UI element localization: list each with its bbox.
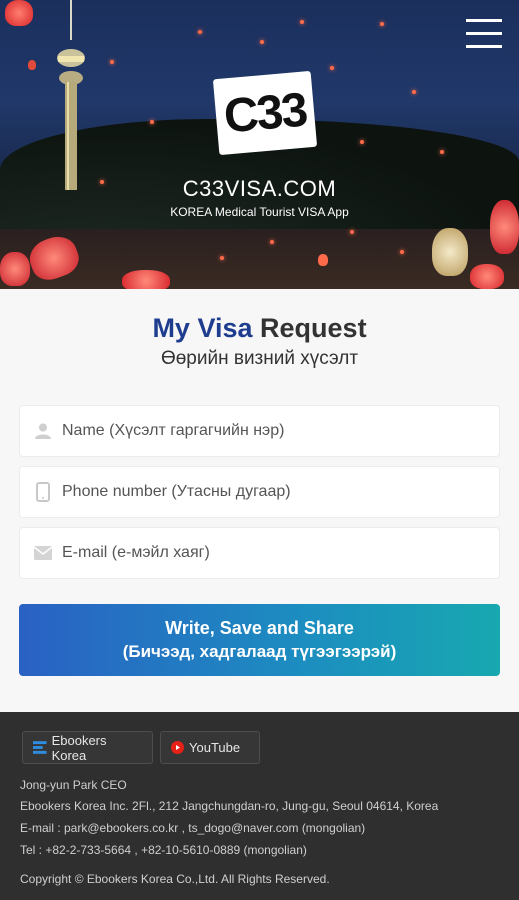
title-highlight: My Visa: [152, 313, 253, 343]
button-label-en: Write, Save and Share: [165, 618, 354, 638]
site-title: C33VISA.COM: [182, 176, 337, 201]
hero-banner: C33 C33VISA.COM KOREA Medical Tourist VI…: [0, 0, 519, 289]
user-icon: [32, 420, 54, 442]
lantern-decoration: [28, 60, 36, 70]
lantern-decoration: [470, 264, 504, 289]
ceo-info: Jong-yun Park CEO: [20, 778, 127, 792]
page-title: My Visa Request: [0, 313, 519, 344]
footer: Ebookers Korea YouTube Jong-yun Park CEO…: [0, 712, 519, 900]
email-info: E-mail : park@ebookers.co.kr , ts_dogo@n…: [20, 821, 366, 835]
envelope-icon: [32, 542, 54, 564]
lantern-decoration: [432, 228, 468, 276]
site-subtitle: KOREA Medical Tourist VISA App: [170, 205, 349, 219]
logo-text: C33: [221, 83, 309, 143]
lantern-decoration: [0, 252, 30, 286]
lantern-decoration: [318, 254, 328, 266]
light-dot: [270, 240, 274, 244]
c33-logo[interactable]: C33: [212, 70, 318, 156]
visa-request-form: My Visa Request Өөрийн визний хүсэлт Wri…: [0, 289, 519, 712]
light-dot: [360, 140, 364, 144]
name-input[interactable]: [62, 422, 482, 440]
light-dot: [330, 66, 334, 70]
tower-illustration: [57, 0, 85, 190]
copyright: Copyright © Ebookers Korea Co.,Ltd. All …: [20, 872, 330, 886]
light-dot: [380, 22, 384, 26]
light-dot: [198, 30, 202, 34]
light-dot: [260, 40, 264, 44]
email-input[interactable]: [62, 544, 482, 562]
phone-field[interactable]: [19, 466, 500, 518]
light-dot: [350, 230, 354, 234]
phone-icon: [32, 481, 54, 503]
write-save-share-button[interactable]: Write, Save and Share (Бичээд, хадгалаад…: [19, 604, 500, 676]
light-dot: [110, 60, 114, 64]
light-dot: [440, 150, 444, 154]
lantern-decoration: [122, 270, 170, 289]
page-subtitle: Өөрийн визний хүсэлт: [160, 348, 359, 369]
email-field[interactable]: [19, 527, 500, 579]
light-dot: [400, 250, 404, 254]
youtube-link[interactable]: YouTube: [160, 731, 260, 764]
lantern-decoration: [5, 0, 33, 26]
company-address: Ebookers Korea Inc. 2Fl., 212 Jangchungd…: [20, 799, 439, 813]
button-label-mn: (Бичээд, хадгалаад түгээгээрэй): [122, 642, 397, 661]
tel-info: Tel : +82-2-733-5664 , +82-10-5610-0889 …: [20, 843, 307, 857]
light-dot: [150, 120, 154, 124]
light-dot: [412, 90, 416, 94]
ebookers-label: Ebookers Korea: [51, 732, 107, 763]
light-dot: [220, 256, 224, 260]
hamburger-menu-icon[interactable]: [466, 19, 502, 53]
phone-input[interactable]: [62, 483, 482, 501]
title-rest: Request: [260, 313, 367, 343]
name-field[interactable]: [19, 405, 500, 457]
light-dot: [300, 20, 304, 24]
youtube-icon: [171, 741, 184, 754]
ebookers-korea-link[interactable]: Ebookers Korea: [22, 731, 153, 764]
youtube-label: YouTube: [189, 740, 241, 755]
ebookers-logo-icon: [33, 741, 47, 754]
